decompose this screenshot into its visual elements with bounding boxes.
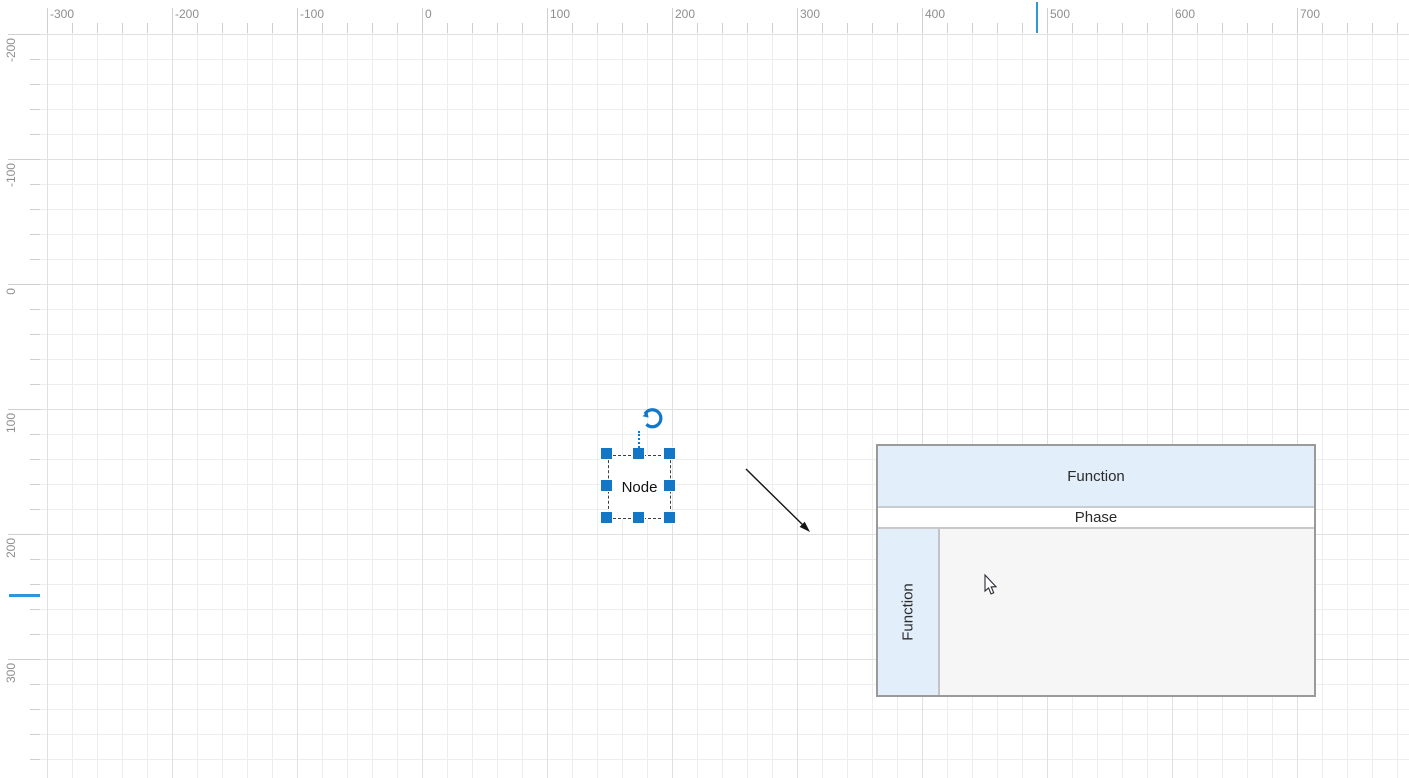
ruler-label: -100 bbox=[300, 7, 324, 21]
ruler-horizontal-minor-ticks bbox=[40, 23, 1409, 33]
table-row-header-label: Function bbox=[900, 583, 917, 641]
table-body: Function bbox=[878, 529, 1314, 695]
ruler-label: 600 bbox=[1175, 7, 1195, 21]
ruler-label: 300 bbox=[4, 663, 18, 683]
pointer-position-marker-x bbox=[1036, 2, 1038, 33]
table-header[interactable]: Function bbox=[878, 446, 1314, 508]
ruler-label: 300 bbox=[800, 7, 820, 21]
ruler-label: 200 bbox=[4, 538, 18, 558]
rotate-handle-connector bbox=[638, 431, 640, 448]
resize-handle-ne[interactable] bbox=[663, 447, 676, 460]
ruler-label: -200 bbox=[4, 38, 18, 62]
resize-handle-nw[interactable] bbox=[600, 447, 613, 460]
resize-handle-n[interactable] bbox=[632, 447, 645, 460]
mouse-cursor-icon bbox=[984, 575, 998, 596]
ruler-label: 0 bbox=[4, 288, 18, 295]
ruler-corner bbox=[0, 0, 40, 33]
ruler-label: 100 bbox=[550, 7, 570, 21]
ruler-label: 700 bbox=[1300, 7, 1320, 21]
resize-handle-sw[interactable] bbox=[600, 511, 613, 524]
table-header-label: Function bbox=[1067, 468, 1125, 485]
pointer-position-marker-y bbox=[9, 594, 40, 597]
table-lane-content[interactable] bbox=[940, 529, 1314, 695]
rotate-icon[interactable] bbox=[627, 408, 651, 432]
ruler-label: -300 bbox=[50, 7, 74, 21]
ruler-vertical: -200 -100 0 100 200 300 bbox=[0, 33, 40, 778]
resize-handle-e[interactable] bbox=[663, 479, 676, 492]
ruler-label: 0 bbox=[425, 7, 432, 21]
resize-handle-s[interactable] bbox=[632, 511, 645, 524]
table-column-header[interactable]: Phase bbox=[878, 508, 1314, 529]
table-column-header-label: Phase bbox=[1075, 509, 1118, 526]
ruler-label: 500 bbox=[1050, 7, 1070, 21]
ruler-label: 400 bbox=[925, 7, 945, 21]
diagram-canvas[interactable]: Node Function Phase bbox=[40, 33, 1409, 778]
resize-handle-w[interactable] bbox=[600, 479, 613, 492]
resize-handle-se[interactable] bbox=[663, 511, 676, 524]
application-window: Node Function Phase bbox=[0, 0, 1409, 778]
table-row-header[interactable]: Function bbox=[878, 529, 940, 695]
ruler-vertical-minor-ticks bbox=[30, 33, 40, 778]
ruler-label: -100 bbox=[4, 163, 18, 187]
node-label: Node bbox=[622, 479, 658, 496]
table-node[interactable]: Function Phase Function bbox=[876, 444, 1316, 697]
ruler-label: 100 bbox=[4, 413, 18, 433]
ruler-label: -200 bbox=[175, 7, 199, 21]
edge-arrow[interactable] bbox=[740, 460, 820, 540]
ruler-label: 200 bbox=[675, 7, 695, 21]
diagram-node[interactable]: Node bbox=[608, 455, 671, 519]
ruler-horizontal: -300 -200 -100 0 100 200 300 400 500 600… bbox=[40, 0, 1409, 33]
